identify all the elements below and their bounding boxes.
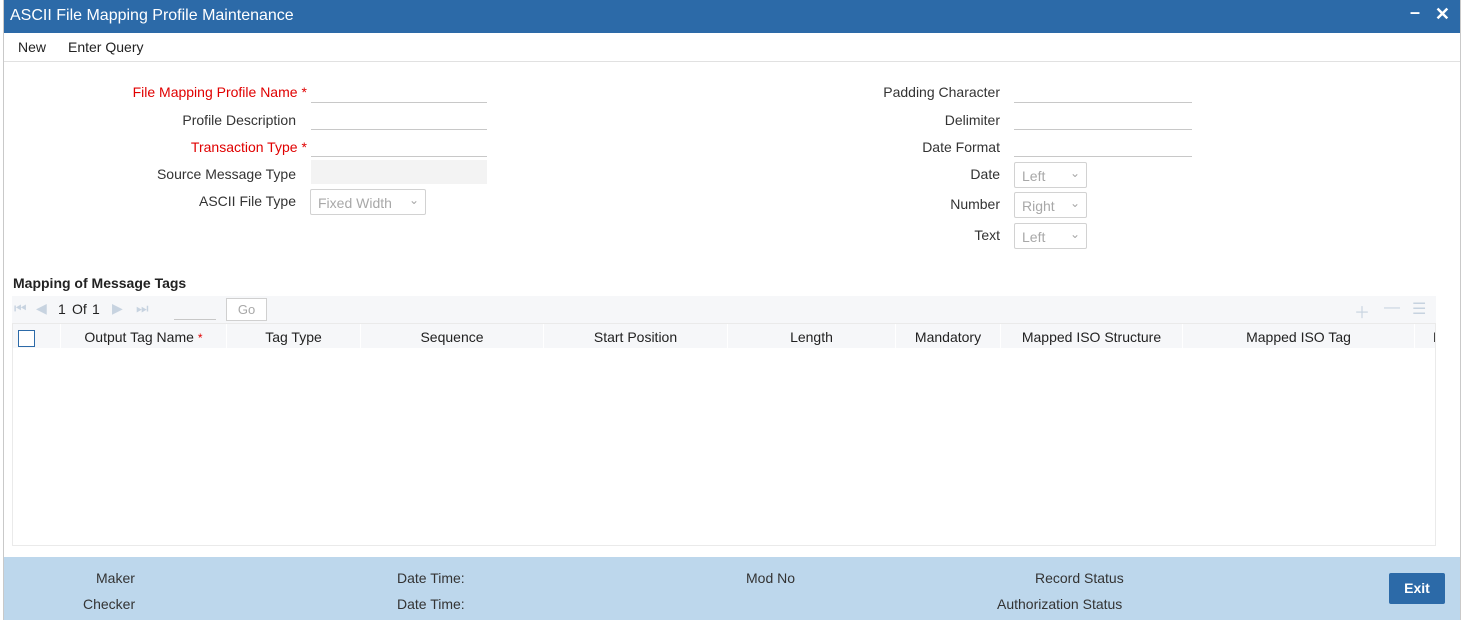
current-page: 1 bbox=[58, 301, 66, 317]
source-message-type-input bbox=[311, 160, 487, 184]
app-window: ASCII File Mapping Profile Maintenance –… bbox=[3, 0, 1461, 620]
ascii-file-type-label: ASCII File Type bbox=[198, 193, 296, 209]
next-page-icon[interactable]: ▶ bbox=[112, 300, 123, 317]
text-align-select[interactable]: Left ⌄ bbox=[1014, 223, 1087, 249]
col-start-position[interactable]: Start Position bbox=[544, 324, 728, 348]
profile-description-label: Profile Description bbox=[182, 112, 296, 128]
col-output-tag-name[interactable]: Output Tag Name * bbox=[61, 324, 227, 348]
audit-footer: Maker Checker Date Time: Date Time: Mod … bbox=[4, 557, 1460, 620]
ascii-file-type-value: Fixed Width bbox=[318, 195, 392, 211]
message-tags-grid: Output Tag Name * Tag Type Sequence Start… bbox=[12, 323, 1436, 546]
date-align-value: Left bbox=[1022, 168, 1046, 184]
menu-enter-query[interactable]: Enter Query bbox=[68, 39, 143, 55]
profile-name-label: File Mapping Profile Name * bbox=[132, 84, 307, 100]
last-page-icon[interactable]: ⏭ bbox=[136, 300, 149, 317]
col-sequence[interactable]: Sequence bbox=[361, 324, 544, 348]
window-title: ASCII File Mapping Profile Maintenance bbox=[10, 7, 294, 24]
checker-label: Checker bbox=[83, 596, 136, 612]
grid-header: Output Tag Name * Tag Type Sequence Start… bbox=[13, 324, 1435, 348]
col-length[interactable]: Length bbox=[728, 324, 896, 348]
col-tag-type[interactable]: Tag Type bbox=[227, 324, 361, 348]
record-status-label: Record Status bbox=[1035, 570, 1124, 586]
padding-character-input[interactable] bbox=[1014, 79, 1192, 103]
menu-bar: New Enter Query bbox=[4, 33, 1460, 62]
date-align-select[interactable]: Left ⌄ bbox=[1014, 162, 1087, 188]
minimize-icon[interactable]: – bbox=[1410, 2, 1420, 23]
exit-button[interactable]: Exit bbox=[1389, 573, 1445, 604]
maker-label: Maker bbox=[96, 570, 135, 586]
number-align-select[interactable]: Right ⌄ bbox=[1014, 192, 1087, 218]
grid-pager: ⏮ ◀ 1 Of 1 ▶ ⏭ Go ＋ — ☰ bbox=[12, 296, 1436, 323]
ascii-file-type-select[interactable]: Fixed Width ⌄ bbox=[310, 189, 426, 215]
go-button[interactable]: Go bbox=[226, 298, 267, 321]
source-message-type-label: Source Message Type bbox=[156, 166, 296, 182]
checker-date-time-label: Date Time: bbox=[397, 596, 465, 612]
select-all-cell bbox=[13, 324, 61, 348]
mapping-section-title: Mapping of Message Tags bbox=[13, 275, 187, 291]
add-row-icon[interactable]: ＋ bbox=[1354, 299, 1370, 323]
authorization-status-label: Authorization Status bbox=[997, 596, 1123, 612]
mod-no-label: Mod No bbox=[746, 570, 796, 586]
select-all-checkbox[interactable] bbox=[18, 330, 35, 347]
col-truncated[interactable]: F bbox=[1415, 324, 1435, 348]
date-format-input[interactable] bbox=[1014, 133, 1192, 157]
chevron-down-icon: ⌄ bbox=[1069, 227, 1080, 241]
delete-row-icon[interactable]: — bbox=[1384, 299, 1400, 317]
chevron-down-icon: ⌄ bbox=[408, 193, 419, 207]
total-pages: 1 bbox=[92, 301, 100, 317]
prev-page-icon[interactable]: ◀ bbox=[36, 300, 47, 317]
profile-description-input[interactable] bbox=[311, 106, 487, 130]
date-label: Date bbox=[970, 166, 1000, 182]
profile-name-input[interactable] bbox=[311, 79, 487, 103]
padding-character-label: Padding Character bbox=[883, 84, 1000, 100]
text-align-value: Left bbox=[1022, 229, 1046, 245]
number-label: Number bbox=[950, 196, 1000, 212]
chevron-down-icon: ⌄ bbox=[1069, 166, 1080, 180]
transaction-type-label: Transaction Type * bbox=[190, 139, 307, 155]
col-mapped-iso-structure[interactable]: Mapped ISO Structure bbox=[1001, 324, 1183, 348]
page-of-label: Of bbox=[72, 301, 87, 317]
first-page-icon[interactable]: ⏮ bbox=[14, 300, 27, 317]
transaction-type-input[interactable] bbox=[311, 133, 487, 157]
page-number-input[interactable] bbox=[174, 298, 216, 320]
col-mapped-iso-tag[interactable]: Mapped ISO Tag bbox=[1183, 324, 1415, 348]
title-bar: ASCII File Mapping Profile Maintenance –… bbox=[4, 0, 1460, 33]
date-format-label: Date Format bbox=[922, 139, 1000, 155]
chevron-down-icon: ⌄ bbox=[1069, 196, 1080, 210]
close-icon[interactable]: ✕ bbox=[1435, 4, 1450, 25]
delimiter-input[interactable] bbox=[1014, 106, 1192, 130]
col-mandatory[interactable]: Mandatory bbox=[896, 324, 1001, 348]
number-align-value: Right bbox=[1022, 198, 1055, 214]
delimiter-label: Delimiter bbox=[944, 112, 1000, 128]
text-label: Text bbox=[974, 227, 1000, 243]
menu-new[interactable]: New bbox=[18, 39, 46, 55]
maker-date-time-label: Date Time: bbox=[397, 570, 465, 586]
single-view-icon[interactable]: ☰ bbox=[1412, 299, 1426, 319]
